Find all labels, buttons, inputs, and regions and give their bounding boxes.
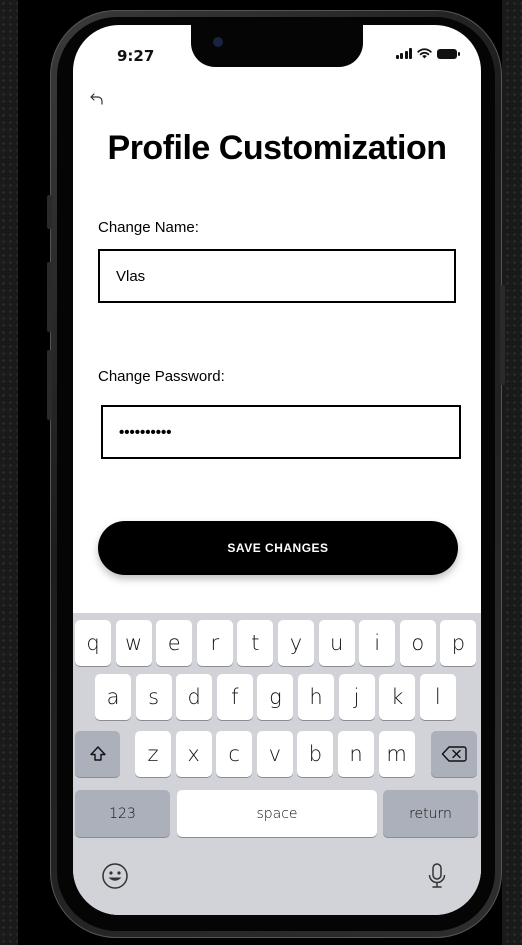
delete-icon (441, 746, 467, 762)
page-title: Profile Customization (107, 129, 447, 167)
key-z[interactable]: z (135, 731, 171, 777)
key-x[interactable]: x (175, 731, 212, 777)
key-o[interactable]: o (399, 620, 436, 666)
key-j[interactable]: j (338, 674, 375, 720)
return-key[interactable]: return (383, 790, 478, 837)
password-input[interactable] (101, 405, 461, 459)
back-arrow-icon[interactable] (89, 91, 105, 107)
key-n[interactable]: n (338, 731, 374, 777)
save-changes-button[interactable]: SAVE CHANGES (98, 521, 458, 575)
key-a[interactable]: a (95, 674, 131, 720)
key-q[interactable]: q (75, 620, 111, 666)
status-icons (395, 48, 460, 59)
shift-key[interactable] (75, 731, 120, 777)
key-w[interactable]: w (115, 620, 152, 666)
key-e[interactable]: e (156, 620, 193, 666)
status-time: 9:27 (117, 47, 155, 65)
wifi-icon (417, 48, 432, 59)
volume-up-button (47, 262, 52, 332)
mute-switch (47, 195, 52, 229)
notch (191, 25, 363, 67)
name-label: Change Name: (98, 219, 199, 236)
phone-screen: 9:27 Profile Customization Change Name: … (73, 25, 481, 915)
key-k[interactable]: k (379, 674, 416, 720)
space-key[interactable]: space (177, 790, 377, 837)
key-y[interactable]: y (278, 620, 314, 666)
key-u[interactable]: u (318, 620, 355, 666)
key-l[interactable]: l (419, 674, 456, 720)
key-r[interactable]: r (196, 620, 233, 666)
key-v[interactable]: v (256, 731, 293, 777)
key-m[interactable]: m (378, 731, 415, 777)
microphone-icon[interactable] (427, 862, 447, 890)
key-d[interactable]: d (176, 674, 213, 720)
numbers-key[interactable]: 123 (75, 790, 170, 837)
key-s[interactable]: s (135, 674, 172, 720)
key-i[interactable]: i (359, 620, 396, 666)
key-c[interactable]: c (216, 731, 253, 777)
camera-icon (213, 37, 223, 47)
signal-icon (395, 48, 412, 59)
key-t[interactable]: t (237, 620, 274, 666)
name-input[interactable] (98, 249, 456, 303)
battery-icon (437, 49, 460, 59)
key-h[interactable]: h (298, 674, 334, 720)
key-p[interactable]: p (440, 620, 477, 666)
power-button (500, 285, 505, 385)
key-g[interactable]: g (257, 674, 294, 720)
delete-key[interactable] (431, 731, 477, 777)
key-f[interactable]: f (216, 674, 253, 720)
password-label: Change Password: (98, 368, 225, 385)
key-b[interactable]: b (297, 731, 334, 777)
shift-icon (89, 746, 106, 761)
keyboard: qwertyuiop asdfghjkl zxcvbnm 123 space r… (73, 613, 481, 915)
volume-down-button (47, 350, 52, 420)
emoji-icon[interactable] (101, 862, 129, 890)
